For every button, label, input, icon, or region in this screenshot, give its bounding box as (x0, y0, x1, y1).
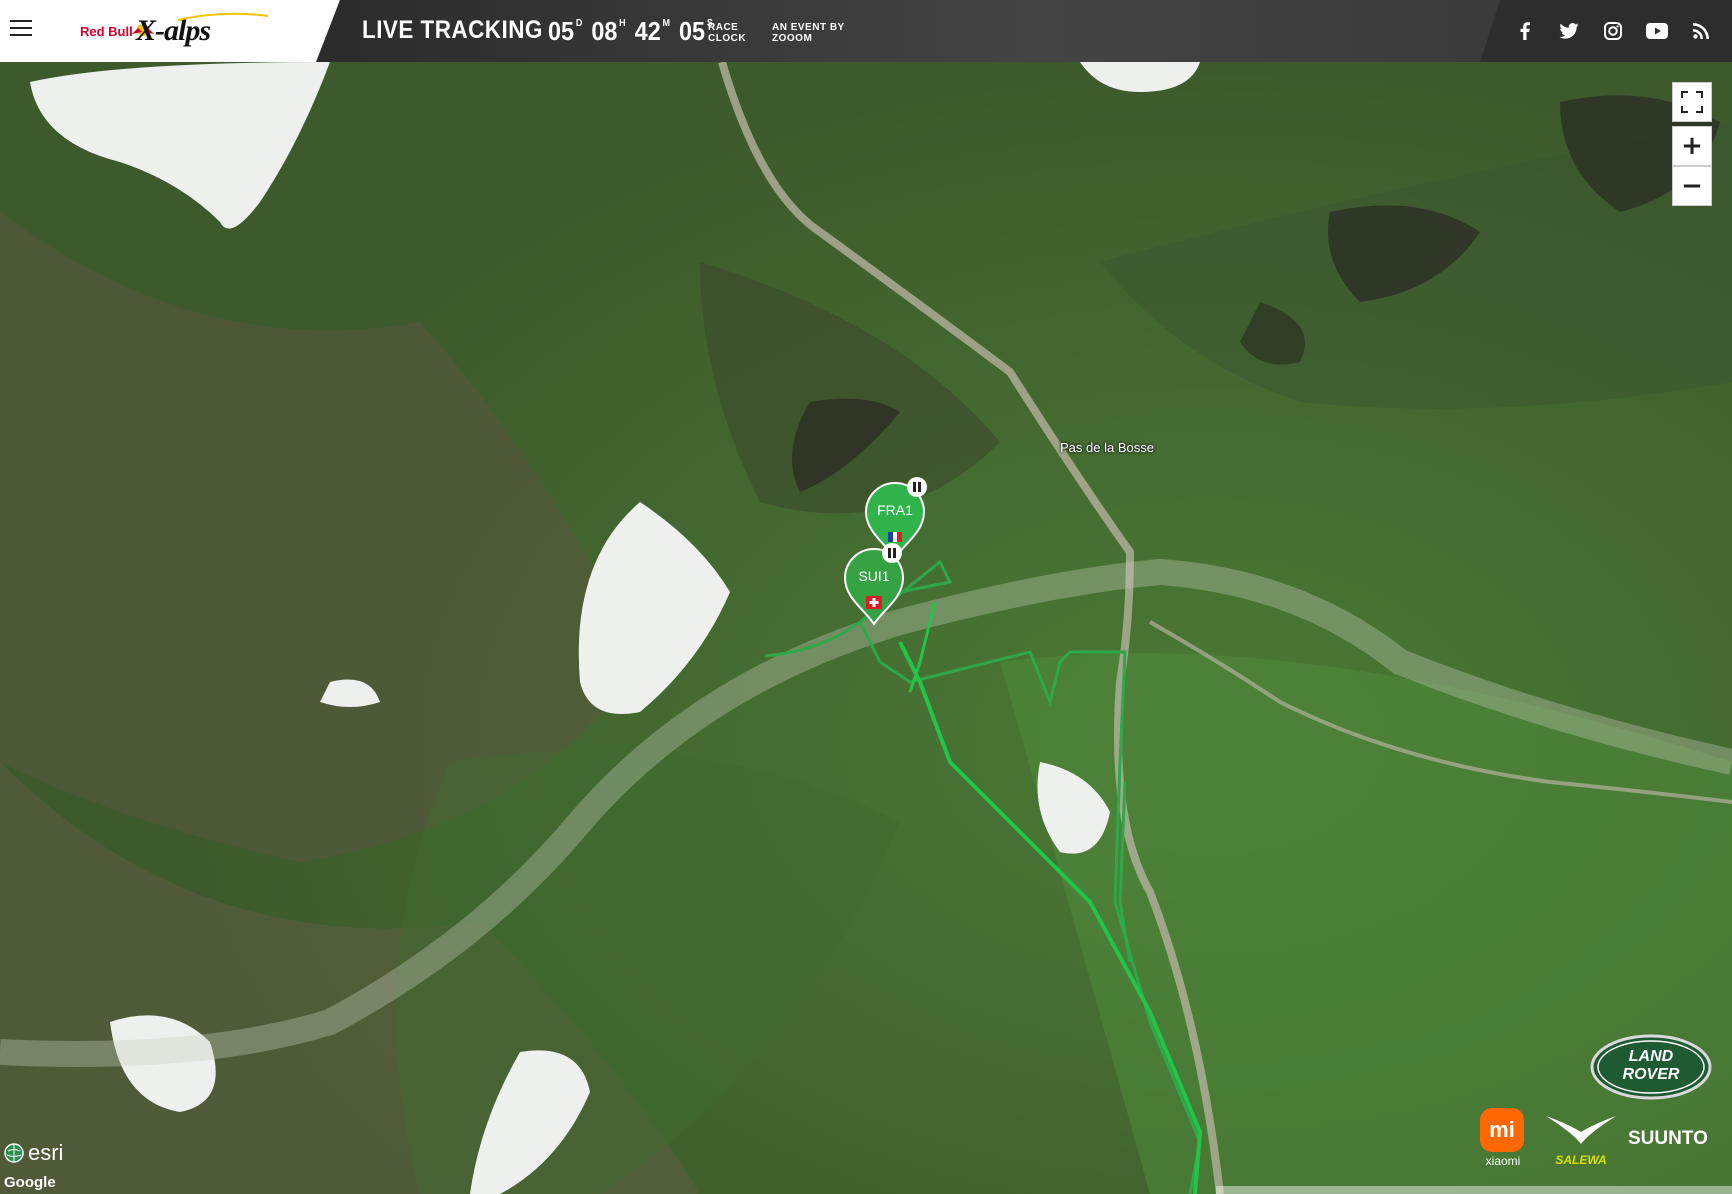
pilot-marker-sui1[interactable]: SUI1 (843, 543, 905, 626)
twitter-icon[interactable] (1558, 20, 1580, 42)
pause-icon (907, 477, 927, 497)
satellite-imagery (0, 62, 1732, 1194)
zoom-in-button[interactable]: + (1672, 126, 1712, 166)
google-attribution: Google (4, 1174, 56, 1191)
menu-icon[interactable] (10, 20, 32, 42)
clock-minutes: 42 (634, 16, 661, 46)
event-by-line2: ZOOOM (772, 33, 813, 44)
suunto-logo[interactable]: SUUNTO (1628, 1128, 1708, 1150)
clock-hours-unit: H (619, 18, 626, 29)
youtube-icon[interactable] (1646, 20, 1668, 42)
clock-days-unit: D (575, 18, 583, 29)
xiaomi-logo[interactable]: mi xiaomi (1480, 1108, 1526, 1168)
race-clock-label: RACE CLOCK (708, 22, 746, 44)
top-bar: Red Bull X-alps LIVE TRACKING 05 D 08 H 42… (0, 0, 1732, 62)
map-view[interactable]: + − Pas de la Bosse FRA1 SUI1 esri Googl… (0, 62, 1732, 1194)
suunto-text: SUUNTO (1628, 1128, 1708, 1149)
esri-label: esri (28, 1140, 64, 1165)
rss-icon[interactable] (1690, 20, 1712, 42)
esri-logo: esri (4, 1140, 63, 1166)
zoom-out-button[interactable]: − (1672, 166, 1712, 206)
redbull-xalps-logo[interactable]: Red Bull X-alps (78, 10, 268, 54)
land-rover-logo[interactable]: LAND ROVER (1590, 1034, 1712, 1105)
fullscreen-icon[interactable] (1672, 82, 1712, 122)
salewa-text: SALEWA (1555, 1153, 1607, 1167)
instagram-icon[interactable] (1602, 20, 1624, 42)
logo-swoosh (178, 12, 268, 21)
salewa-logo[interactable]: SALEWA (1544, 1114, 1618, 1167)
facebook-icon[interactable] (1514, 20, 1536, 42)
pilot-marker-label: FRA1 (877, 502, 913, 518)
event-by-line1: AN EVENT BY (772, 22, 845, 33)
clock-seconds: 05 (679, 16, 706, 46)
race-clock-label-line1: RACE (708, 22, 739, 33)
xiaomi-mi-icon: mi (1480, 1108, 1524, 1152)
event-by-label[interactable]: AN EVENT BY ZOOOM (772, 22, 845, 44)
redbull-logo-text: Red Bull (80, 24, 133, 39)
land-rover-text: LAND ROVER (1622, 1048, 1680, 1083)
place-label-pas-de-la-bosse: Pas de la Bosse (1060, 440, 1154, 455)
race-clock-label-line2: CLOCK (708, 33, 747, 44)
clock-minutes-unit: M (662, 18, 671, 29)
pilot-marker-label: SUI1 (858, 568, 890, 584)
race-clock: 05 D 08 H 42 M 05 S (548, 16, 722, 47)
page-title: LIVE TRACKING (362, 16, 543, 44)
globe-icon (4, 1143, 24, 1163)
pause-icon (882, 543, 902, 563)
clock-days: 05 (548, 16, 575, 46)
clock-hours: 08 (591, 16, 618, 46)
xiaomi-text: xiaomi (1485, 1154, 1521, 1168)
salewa-eagle-icon (1546, 1116, 1616, 1144)
